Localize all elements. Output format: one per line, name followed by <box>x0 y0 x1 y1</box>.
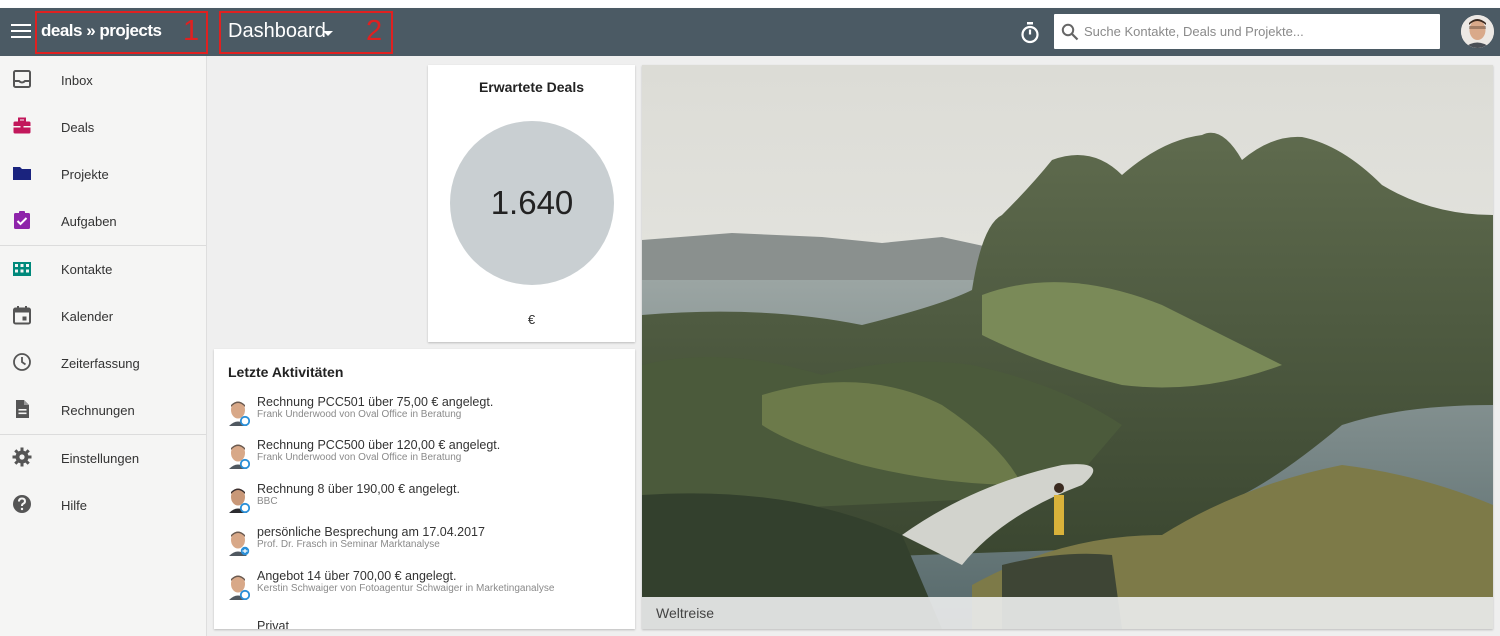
folder-icon <box>13 167 31 180</box>
activity-subtext: Frank Underwood von Oval Office in Berat… <box>257 452 462 463</box>
sidebar-item-aufgaben[interactable]: Aufgaben <box>0 197 206 244</box>
help-icon <box>13 495 31 513</box>
top-bar: deals » projects 1 Dashboard 2 <box>0 8 1500 56</box>
photo-caption-bar: Weltreise <box>642 597 1493 629</box>
activity-item[interactable]: Privat <box>228 619 628 629</box>
activity-text: Rechnung PCC500 über 120,00 € angelegt. <box>257 438 501 452</box>
contacts-grid-icon <box>13 262 31 276</box>
expected-deals-widget[interactable]: Erwartete Deals 1.640 € <box>428 65 635 342</box>
sidebar-item-label: Kontakte <box>61 262 113 277</box>
sidebar-item-einstellungen[interactable]: Einstellungen <box>0 434 206 481</box>
document-icon <box>16 400 29 418</box>
view-selector[interactable]: Dashboard <box>228 20 326 43</box>
activity-item[interactable]: persönliche Besprechung am 17.04.2017 Pr… <box>228 525 628 565</box>
app-logo[interactable]: deals » projects <box>41 21 162 41</box>
sidebar-item-hilfe[interactable]: Hilfe <box>0 481 206 528</box>
timer-icon[interactable] <box>1020 22 1040 44</box>
activity-item[interactable]: Rechnung PCC500 über 120,00 € angelegt. … <box>228 438 628 478</box>
photo-caption: Weltreise <box>656 605 715 621</box>
calendar-icon <box>13 306 31 325</box>
activity-text: persönliche Besprechung am 17.04.2017 <box>257 525 485 539</box>
person-avatar-icon <box>229 444 250 469</box>
sidebar-item-label: Hilfe <box>61 498 88 513</box>
landscape-photo <box>642 65 1493 629</box>
activity-subtext: Kerstin Schwaiger von Fotoagentur Schwai… <box>257 583 555 594</box>
sidebar-item-inbox[interactable]: Inbox <box>0 56 206 103</box>
activity-subtext: Prof. Dr. Frasch in Seminar Marktanalyse <box>257 539 440 550</box>
sidebar-item-label: Zeiterfassung <box>61 356 140 371</box>
recent-activities-widget: Letzte Aktivitäten Rechnung PCC501 über … <box>214 349 635 629</box>
widget-title: Letzte Aktivitäten <box>228 364 344 380</box>
user-avatar[interactable] <box>1461 15 1494 48</box>
activity-subtext: BBC <box>257 496 278 507</box>
clock-icon <box>13 353 31 371</box>
annotation-marker-2: 2 <box>366 15 383 47</box>
activity-text: Rechnung PCC501 über 75,00 € angelegt. <box>257 395 494 409</box>
activity-item[interactable]: Angebot 14 über 700,00 € angelegt. Kerst… <box>228 569 628 609</box>
photo-widget[interactable]: Weltreise <box>642 65 1493 629</box>
activity-text: Rechnung 8 über 190,00 € angelegt. <box>257 482 460 496</box>
deals-circle: 1.640 <box>450 121 614 285</box>
person-avatar-icon <box>229 488 250 513</box>
activity-text: Angebot 14 über 700,00 € angelegt. <box>257 569 457 583</box>
briefcase-icon <box>13 117 31 134</box>
sidebar-item-label: Rechnungen <box>61 403 135 418</box>
sidebar-item-label: Kalender <box>61 309 114 324</box>
activity-text: Privat <box>257 619 289 629</box>
activity-item[interactable]: Rechnung PCC501 über 75,00 € angelegt. F… <box>228 395 628 435</box>
sidebar-item-label: Einstellungen <box>61 451 140 466</box>
sidebar-item-kalender[interactable]: Kalender <box>0 292 206 339</box>
sidebar: Inbox Deals Projekte Aufgaben Kontakte K… <box>0 56 207 636</box>
sidebar-item-label: Aufgaben <box>61 214 117 229</box>
sidebar-item-label: Inbox <box>61 73 93 88</box>
menu-icon[interactable] <box>11 24 31 40</box>
widget-title: Erwartete Deals <box>478 79 585 95</box>
activity-subtext: Frank Underwood von Oval Office in Berat… <box>257 409 462 420</box>
sidebar-item-zeiterfassung[interactable]: Zeiterfassung <box>0 339 206 386</box>
sidebar-item-label: Deals <box>61 120 95 135</box>
task-check-icon <box>14 211 30 229</box>
deals-value: 1.640 <box>490 184 574 221</box>
deals-unit: € <box>527 312 536 327</box>
person-avatar-icon <box>229 575 250 600</box>
gear-icon <box>12 447 32 467</box>
search-icon <box>1061 23 1079 41</box>
sidebar-item-rechnungen[interactable]: Rechnungen <box>0 386 206 433</box>
search-box[interactable] <box>1054 14 1440 49</box>
person-avatar-icon <box>229 531 250 556</box>
sidebar-item-deals[interactable]: Deals <box>0 103 206 150</box>
inbox-icon <box>13 70 31 88</box>
search-input[interactable] <box>1084 14 1434 49</box>
person-avatar-icon <box>229 401 250 426</box>
annotation-marker-1: 1 <box>183 15 200 47</box>
sidebar-item-projekte[interactable]: Projekte <box>0 150 206 197</box>
sidebar-item-kontakte[interactable]: Kontakte <box>0 245 206 292</box>
sidebar-item-label: Projekte <box>61 167 109 182</box>
activity-item[interactable]: Rechnung 8 über 190,00 € angelegt. BBC <box>228 482 628 522</box>
chevron-down-icon[interactable] <box>323 31 333 36</box>
